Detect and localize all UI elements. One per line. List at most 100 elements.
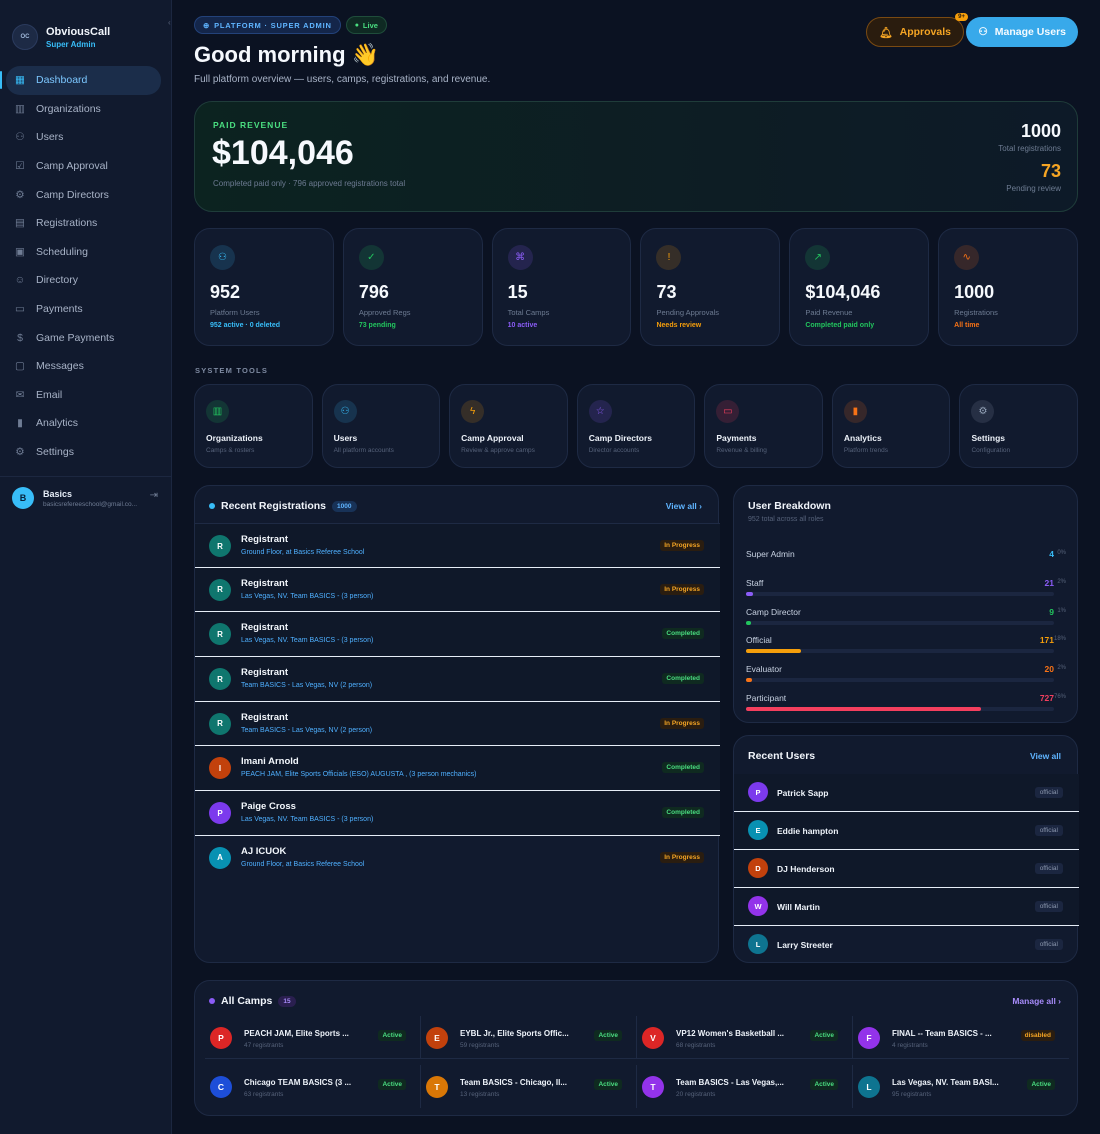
stat-card[interactable]: ! 73 Pending Approvals Needs review [640, 228, 781, 346]
account-box[interactable]: B Basics basicsrefereeschool@gmail.co...… [0, 476, 172, 519]
camp-item[interactable]: P PEACH JAM, Elite Sports ... 47 registran… [205, 1016, 421, 1059]
tool-card-settings[interactable]: ⚙ Settings Configuration [959, 384, 1079, 468]
sidebar-item-dashboard[interactable]: ▦ Dashboard [0, 66, 161, 95]
status-badge: Active [594, 1079, 622, 1090]
list-item[interactable]: D DJ Henderson official [734, 850, 1079, 888]
camp-item[interactable]: T Team BASICS - Chicago, Il... 13 registra… [421, 1065, 637, 1108]
tool-card-organizations[interactable]: ▥ Organizations Camps & rosters [194, 384, 313, 468]
mail-icon: ✉ [15, 388, 25, 401]
sidebar-item-settings[interactable]: ⚙ Settings [0, 438, 171, 467]
camp-registrants: 20 registrants [676, 1091, 716, 1098]
status-badge: Completed [662, 762, 704, 774]
role-name: Participant [746, 693, 787, 703]
live-dot-icon: ● [354, 21, 359, 29]
list-item[interactable]: L Larry Streeter official [734, 926, 1079, 964]
avatar: C [210, 1076, 232, 1098]
sidebar-item-camp-directors[interactable]: ⚙ Camp Directors [0, 180, 171, 209]
table-row[interactable]: R Registrant Team BASICS - Las Vegas, NV (… [195, 701, 720, 747]
sidebar-item-email[interactable]: ✉ Email [0, 381, 171, 410]
sidebar-item-messages[interactable]: ▢ Messages [0, 352, 171, 381]
clipboard-icon: ▤ [15, 217, 25, 230]
registrations-count-badge: 1000 [332, 500, 357, 512]
account-name: Basics [43, 488, 73, 499]
list-item[interactable]: E Eddie hampton official [734, 812, 1079, 850]
users-icon: ⚇ [978, 26, 988, 38]
role-count: 21 [1044, 577, 1054, 588]
collapse-sidebar-icon[interactable]: ‹ [168, 18, 171, 27]
table-row[interactable]: I Imani Arnold PEACH JAM, Elite Sports Off… [195, 746, 720, 792]
tool-card-analytics[interactable]: ▮ Analytics Platform trends [831, 384, 951, 468]
registrations-view-all-link[interactable]: View all › [666, 501, 702, 511]
stat-value: 796 [358, 282, 389, 302]
bell-icon: 🔔︎ [879, 26, 893, 39]
approvals-button[interactable]: 🔔︎ Approvals 9+ [866, 13, 968, 47]
role-count: 9 [1049, 606, 1054, 617]
camp-item[interactable]: F FINAL -- Team BASICS - ... 4 registrants… [853, 1016, 1069, 1059]
table-row[interactable]: A AJ ICUOK Ground Floor, at Basics Referee… [195, 836, 720, 881]
table-row[interactable]: R Registrant Team BASICS - Las Vegas, NV (… [195, 657, 720, 702]
registrant-name: Registrant [241, 667, 288, 679]
stat-card[interactable]: ⚇ 952 Platform Users 952 active · 0 deleted [194, 228, 334, 346]
users-view-all-link[interactable]: View all [1030, 751, 1061, 761]
avatar: I [209, 757, 231, 780]
camp-registrants: 95 registrants [892, 1091, 932, 1098]
sidebar-item-analytics[interactable]: ▮ Analytics [0, 409, 171, 438]
page-subtitle: Full platform overview — users, camps, r… [194, 74, 491, 85]
alert-circle-icon: ! [656, 245, 682, 270]
list-item[interactable]: P Patrick Sapp official [734, 774, 1079, 812]
sidebar-item-label: Dashboard [36, 74, 88, 87]
avatar: D [748, 858, 768, 878]
table-row[interactable]: R Registrant Las Vegas, NV. Team BASICS - … [195, 567, 720, 613]
list-item[interactable]: W Will Martin official [734, 888, 1079, 926]
brand: OC ObviousCall Super Admin [0, 0, 171, 58]
tool-name: Organizations [206, 433, 263, 443]
tool-sub: Platform trends [843, 447, 888, 454]
total-registrations-label: Total registrations [998, 144, 1061, 153]
sidebar-item-payments[interactable]: ▭ Payments [0, 295, 171, 324]
stat-value: 15 [507, 282, 528, 302]
stat-sub: 73 pending [358, 322, 396, 329]
stat-label: Pending Approvals [656, 308, 720, 317]
sidebar-item-game-payments[interactable]: $ Game Payments [0, 323, 171, 352]
manage-users-button[interactable]: ⚇ Manage Users [966, 17, 1078, 47]
avatar: R [209, 535, 231, 557]
tool-card-camp-directors[interactable]: ☆ Camp Directors Director accounts [576, 384, 696, 468]
stat-card[interactable]: ✓ 796 Approved Regs 73 pending [342, 228, 483, 346]
table-row[interactable]: P Paige Cross Las Vegas, NV. Team BASICS -… [195, 791, 720, 836]
manage-all-link[interactable]: Manage all › [1012, 996, 1061, 1006]
role-breakdown-row: Official 171 18% [746, 635, 1066, 654]
tool-card-camp-approval[interactable]: ϟ Camp Approval Review & approve camps [449, 384, 568, 468]
stat-card[interactable]: ∿ 1000 Registrations All time [938, 228, 1078, 346]
registrant-name: Imani Arnold [241, 756, 299, 768]
tool-card-payments[interactable]: ▭ Payments Revenue & billing [704, 384, 823, 468]
sidebar-item-scheduling[interactable]: ▣ Scheduling [0, 238, 171, 267]
sidebar-item-users[interactable]: ⚇ Users [0, 123, 171, 152]
camp-item[interactable]: L Las Vegas, NV. Team BASI... 95 registran… [853, 1065, 1069, 1108]
sidebar-item-organizations[interactable]: ▥ Organizations [0, 95, 171, 124]
sidebar-item-camp-approval[interactable]: ☑ Camp Approval [0, 152, 171, 181]
stat-card[interactable]: ⌘ 15 Total Camps 10 active [491, 228, 632, 346]
registrations-list: R Registrant Ground Floor, at Basics Refer… [195, 523, 720, 881]
camp-item[interactable]: E EYBL Jr., Elite Sports Offic... 59 regis… [421, 1016, 637, 1059]
registrant-name: Registrant [241, 711, 288, 723]
logout-icon[interactable]: ⇥ [150, 490, 158, 501]
sidebar-item-registrations[interactable]: ▤ Registrations [0, 209, 171, 238]
recent-registrations-panel: Recent Registrations 1000 View all › R Re… [194, 485, 720, 963]
sidebar-item-directory[interactable]: ☺ Directory [0, 266, 171, 295]
stat-card[interactable]: ↗ $104,046 Paid Revenue Completed paid only [789, 228, 930, 346]
camp-item[interactable]: V VP12 Women's Basketball ... 68 registran… [637, 1016, 853, 1059]
approvals-badge: 9+ [955, 13, 968, 21]
table-row[interactable]: R Registrant Las Vegas, NV. Team BASICS - … [195, 612, 720, 658]
table-row[interactable]: R Registrant Ground Floor, at Basics Refer… [195, 523, 720, 568]
tool-card-users[interactable]: ⚇ Users All platform accounts [321, 384, 441, 468]
live-pill-label: Live [362, 20, 378, 30]
avatar: B [12, 487, 34, 509]
tool-sub: All platform accounts [333, 447, 394, 454]
role-progress-fill [746, 591, 753, 596]
role-badge: official [1034, 939, 1063, 950]
camp-item[interactable]: T Team BASICS - Las Vegas,... 20 registran… [637, 1065, 853, 1108]
tool-sub: Camps & rosters [206, 447, 255, 454]
user-breakdown-panel: User Breakdown 952 total across all role… [733, 485, 1078, 723]
camp-item[interactable]: C Chicago TEAM BASICS (3 ... 63 registrant… [205, 1065, 421, 1108]
registrant-location: Las Vegas, NV. Team BASICS - (3 person) [241, 816, 374, 824]
